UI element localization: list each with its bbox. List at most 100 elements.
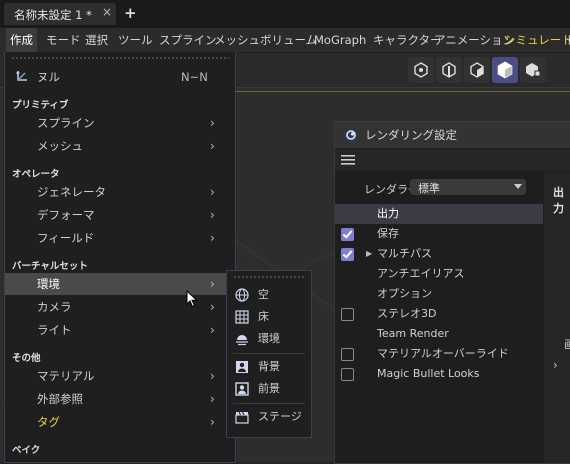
menu-item-material[interactable]: マテリアル › — [5, 365, 235, 387]
menu-item-xref[interactable]: 外部参照 › — [5, 388, 235, 410]
render-settings-titlebar[interactable]: レンダリング設定 — [335, 122, 570, 148]
menu-item-label: デフォーマ — [37, 208, 95, 222]
menu-item-light[interactable]: ライト › — [5, 319, 235, 341]
renderer-dropdown[interactable]: 標準 — [410, 179, 526, 195]
model-mode-button[interactable] — [492, 57, 518, 83]
submenu-item-background[interactable]: 背景 — [227, 357, 311, 377]
menu-item-field[interactable]: フィールド › — [5, 227, 235, 249]
multipass-checkbox[interactable] — [341, 248, 354, 261]
expand-arrow-icon[interactable]: ▶ — [366, 244, 372, 264]
object-mode-icon — [526, 63, 541, 77]
menu-item-tag[interactable]: タグ › — [5, 411, 235, 433]
menu-mode[interactable]: モード — [42, 28, 85, 52]
render-settings-window: レンダリング設定 レンダラー 標準 出力 保存 ▶ マルチパス アンチエイリアス … — [334, 121, 570, 464]
hamburger-menu-icon[interactable] — [341, 154, 355, 166]
create-menu-dropdown: ヌル N~N プリミティブ スプライン › メッシュ › オペレータ ジェネレータ ›… — [4, 52, 236, 463]
section-other: その他 — [12, 353, 41, 364]
render-item-antialiasing[interactable]: アンチエイリアス — [335, 264, 543, 284]
menu-item-environment[interactable]: 環境 › — [5, 273, 235, 295]
render-item-label: マルチパス — [377, 247, 432, 260]
submenu-item-floor[interactable]: 床 — [227, 307, 311, 327]
menu-tools[interactable]: ツール — [114, 28, 157, 52]
menu-overflow[interactable]: ト — [561, 28, 570, 52]
document-tab[interactable]: 名称未設定 1 * × — [4, 3, 116, 25]
menu-item-label: 外部参照 — [37, 392, 83, 406]
chevron-right-icon: › — [210, 300, 215, 314]
main-menubar: 作成 モード 選択 ツール スプライン メッシュ ボリューム MoGraph キ… — [0, 28, 570, 53]
menu-tearoff-grip[interactable] — [11, 56, 229, 61]
foreground-image-icon — [235, 382, 249, 396]
render-item-label: Team Render — [377, 327, 449, 340]
submenu-item-stage[interactable]: ステージ — [227, 407, 311, 427]
submenu-divider — [233, 353, 305, 354]
menu-create[interactable]: 作成 — [6, 28, 37, 52]
render-item-label: 出力 — [377, 207, 399, 220]
render-item-label: ステレオ3D — [377, 307, 437, 320]
chevron-right-icon: › — [210, 231, 215, 245]
render-item-save[interactable]: 保存 — [335, 224, 543, 244]
section-virtual-set: バーチャルセット — [12, 261, 88, 272]
submenu-item-label: 背景 — [258, 360, 280, 373]
render-item-label: オプション — [377, 287, 432, 300]
chevron-right-icon: › — [210, 116, 215, 130]
magic-bullet-checkbox[interactable] — [341, 368, 354, 381]
menu-item-mesh[interactable]: メッシュ › — [5, 135, 235, 157]
submenu-divider — [233, 403, 305, 404]
document-tab-bar: 名称未設定 1 * × + — [0, 0, 570, 28]
edge-mode-button[interactable] — [436, 57, 462, 83]
environment-icon — [236, 335, 248, 346]
object-mode-button[interactable] — [520, 57, 546, 83]
render-settings-title: レンダリング設定 — [365, 128, 457, 142]
menu-item-label: メッシュ — [37, 139, 83, 153]
submenu-item-foreground[interactable]: 前景 — [227, 379, 311, 399]
section-operator: オペレータ — [12, 169, 60, 180]
background-image-icon — [236, 361, 248, 373]
polygon-mode-icon — [470, 62, 484, 78]
stereo3d-checkbox[interactable] — [341, 308, 354, 321]
render-item-team-render[interactable]: Team Render — [335, 324, 543, 344]
detail-fragment: 画 — [564, 338, 570, 351]
chevron-right-icon[interactable]: › — [553, 358, 558, 372]
chevron-right-icon: › — [210, 369, 215, 383]
menu-item-spline[interactable]: スプライン › — [5, 112, 235, 134]
render-item-multipass[interactable]: ▶ マルチパス — [335, 244, 543, 264]
render-item-output[interactable]: 出力 — [335, 204, 543, 224]
save-checkbox[interactable] — [341, 228, 354, 241]
render-item-stereo3d[interactable]: ステレオ3D — [335, 304, 543, 324]
render-item-label: 保存 — [377, 227, 399, 240]
point-mode-icon — [414, 62, 428, 78]
submenu-item-sky[interactable]: 空 — [227, 285, 311, 305]
document-tab-title: 名称未設定 1 * — [14, 8, 92, 22]
polygon-mode-button[interactable] — [464, 57, 490, 83]
render-item-magic-bullet[interactable]: Magic Bullet Looks — [335, 364, 543, 384]
output-header: 出力 — [553, 186, 564, 215]
viewport-header-line — [236, 91, 570, 92]
submenu-item-label: 前景 — [258, 382, 280, 395]
menu-simulate[interactable]: シミュレート — [500, 28, 570, 52]
render-item-label: Magic Bullet Looks — [377, 367, 480, 380]
renderer-value: 標準 — [418, 182, 440, 195]
menu-item-generator[interactable]: ジェネレータ › — [5, 181, 235, 203]
material-override-checkbox[interactable] — [341, 348, 354, 361]
submenu-tearoff-grip[interactable] — [233, 275, 305, 280]
render-item-material-override[interactable]: マテリアルオーバーライド — [335, 344, 543, 364]
new-tab-button[interactable]: + — [124, 4, 137, 22]
submenu-item-environment[interactable]: 環境 — [227, 329, 311, 349]
menu-item-label: カメラ — [37, 300, 72, 314]
submenu-item-label: 空 — [258, 288, 269, 301]
chevron-right-icon: › — [210, 323, 215, 337]
menu-item-null[interactable]: ヌル N~N — [5, 66, 235, 88]
menu-mograph[interactable]: MoGraph — [310, 28, 370, 52]
menu-item-camera[interactable]: カメラ › — [5, 296, 235, 318]
render-settings-detail-panel: 出力 画 › — [544, 172, 570, 463]
render-item-label: マテリアルオーバーライド — [377, 347, 509, 360]
render-item-options[interactable]: オプション — [335, 284, 543, 304]
close-tab-icon[interactable]: × — [102, 5, 112, 19]
mouse-cursor-icon — [186, 290, 198, 308]
menu-select[interactable]: 選択 — [81, 28, 112, 52]
environment-submenu: 空 床 環境 背景 前景 ステージ — [226, 270, 312, 438]
stage-clapper-icon — [235, 411, 249, 424]
menu-item-deformer[interactable]: デフォーマ › — [5, 204, 235, 226]
point-mode-button[interactable] — [408, 57, 434, 83]
edge-mode-icon — [442, 62, 456, 78]
